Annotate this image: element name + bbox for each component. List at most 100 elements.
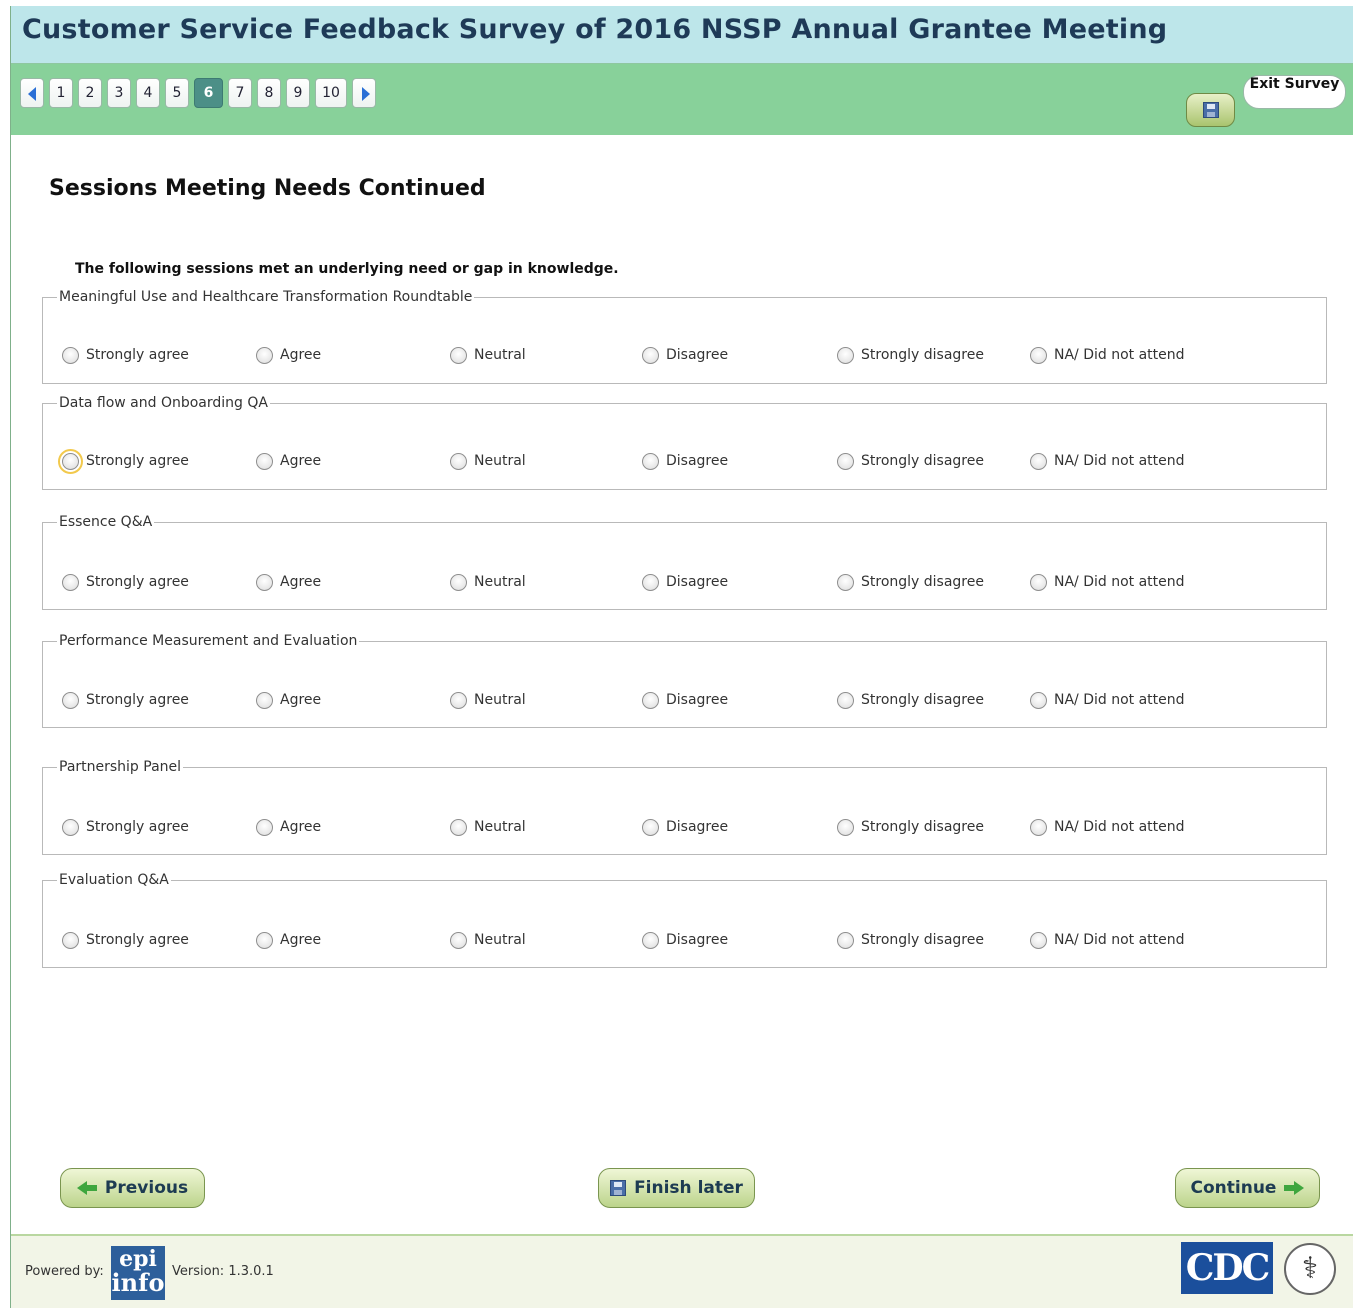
page-button-8[interactable]: 8 [257,78,281,108]
page-button-1[interactable]: 1 [49,78,73,108]
radio-button[interactable] [450,818,467,836]
option-strongly-agree[interactable]: Strongly agree [62,570,189,594]
option-neutral[interactable]: Neutral [450,815,526,839]
radio-button[interactable] [62,346,79,364]
next-page-button[interactable] [352,78,376,108]
page-button-5[interactable]: 5 [165,78,189,108]
radio-button[interactable] [256,452,273,470]
radio-button[interactable] [256,691,273,709]
radio-button[interactable] [642,691,659,709]
radio-button[interactable] [642,931,659,949]
radio-button[interactable] [450,931,467,949]
previous-button[interactable]: Previous [60,1168,205,1208]
option-agree[interactable]: Agree [256,688,321,712]
radio-button[interactable] [450,573,467,591]
option-strongly-agree[interactable]: Strongly agree [62,343,189,367]
radio-button[interactable] [62,931,79,949]
option-strongly-disagree[interactable]: Strongly disagree [837,570,984,594]
option-label: Strongly agree [86,692,189,708]
page-button-2[interactable]: 2 [78,78,102,108]
option-na-did-not-attend[interactable]: NA/ Did not attend [1030,449,1185,473]
page-button-3[interactable]: 3 [107,78,131,108]
save-button[interactable] [1186,93,1235,127]
radio-button[interactable] [837,346,854,364]
option-label: Strongly disagree [861,819,984,835]
option-na-did-not-attend[interactable]: NA/ Did not attend [1030,815,1185,839]
option-agree[interactable]: Agree [256,928,321,952]
exit-survey-button[interactable]: Exit Survey [1243,75,1346,109]
option-label: Strongly disagree [861,347,984,363]
radio-button[interactable] [62,691,79,709]
option-strongly-agree[interactable]: Strongly agree [58,448,189,474]
option-neutral[interactable]: Neutral [450,688,526,712]
hhs-eagle-logo-icon: ⚕ [1284,1243,1336,1295]
prev-page-button[interactable] [20,78,44,108]
radio-button[interactable] [642,346,659,364]
radio-button[interactable] [642,452,659,470]
page-button-10[interactable]: 10 [315,78,347,108]
radio-button[interactable] [62,818,79,836]
radio-button[interactable] [837,452,854,470]
option-disagree[interactable]: Disagree [642,343,728,367]
option-na-did-not-attend[interactable]: NA/ Did not attend [1030,570,1185,594]
option-agree[interactable]: Agree [256,449,321,473]
radio-button[interactable] [1030,931,1047,949]
radio-button[interactable] [1030,452,1047,470]
option-strongly-disagree[interactable]: Strongly disagree [837,343,984,367]
option-strongly-agree[interactable]: Strongly agree [62,688,189,712]
option-label: Agree [280,932,322,948]
radio-button[interactable] [837,691,854,709]
page-button-6-current[interactable]: 6 [194,78,223,108]
radio-button[interactable] [450,452,467,470]
option-strongly-disagree[interactable]: Strongly disagree [837,449,984,473]
radio-button[interactable] [1030,691,1047,709]
finish-later-button[interactable]: Finish later [598,1168,755,1208]
radio-button[interactable] [256,346,273,364]
radio-button[interactable] [256,573,273,591]
page-button-9[interactable]: 9 [286,78,310,108]
option-disagree[interactable]: Disagree [642,815,728,839]
radio-button[interactable] [642,573,659,591]
option-na-did-not-attend[interactable]: NA/ Did not attend [1030,343,1185,367]
option-agree[interactable]: Agree [256,343,321,367]
radio-button[interactable] [1030,818,1047,836]
option-strongly-agree[interactable]: Strongly agree [62,815,189,839]
radio-button[interactable] [450,346,467,364]
floppy-disk-icon [610,1180,627,1196]
continue-button[interactable]: Continue [1175,1168,1320,1208]
radio-button[interactable] [837,818,854,836]
option-neutral[interactable]: Neutral [450,343,526,367]
radio-button[interactable] [1030,573,1047,591]
option-label: Disagree [666,574,729,590]
radio-button[interactable] [256,818,273,836]
radio-button-focused[interactable] [58,448,83,474]
radio-button[interactable] [62,573,79,591]
option-neutral[interactable]: Neutral [450,928,526,952]
group-label: Performance Measurement and Evaluation [59,633,358,649]
option-strongly-agree[interactable]: Strongly agree [62,928,189,952]
option-agree[interactable]: Agree [256,570,321,594]
option-neutral[interactable]: Neutral [450,570,526,594]
radio-button[interactable] [837,931,854,949]
option-strongly-disagree[interactable]: Strongly disagree [837,928,984,952]
option-strongly-disagree[interactable]: Strongly disagree [837,815,984,839]
radio-button[interactable] [256,931,273,949]
option-strongly-disagree[interactable]: Strongly disagree [837,688,984,712]
option-label: Agree [280,347,322,363]
radio-button[interactable] [837,573,854,591]
option-label: NA/ Did not attend [1054,692,1185,708]
option-disagree[interactable]: Disagree [642,928,728,952]
option-na-did-not-attend[interactable]: NA/ Did not attend [1030,688,1185,712]
page-button-7[interactable]: 7 [228,78,252,108]
option-na-did-not-attend[interactable]: NA/ Did not attend [1030,928,1185,952]
option-neutral[interactable]: Neutral [450,449,526,473]
radio-button[interactable] [450,691,467,709]
option-disagree[interactable]: Disagree [642,570,728,594]
option-disagree[interactable]: Disagree [642,449,728,473]
option-agree[interactable]: Agree [256,815,321,839]
radio-button[interactable] [1030,346,1047,364]
page-button-4[interactable]: 4 [136,78,160,108]
version-label: Version: 1.3.0.1 [172,1264,274,1279]
radio-button[interactable] [642,818,659,836]
option-disagree[interactable]: Disagree [642,688,728,712]
